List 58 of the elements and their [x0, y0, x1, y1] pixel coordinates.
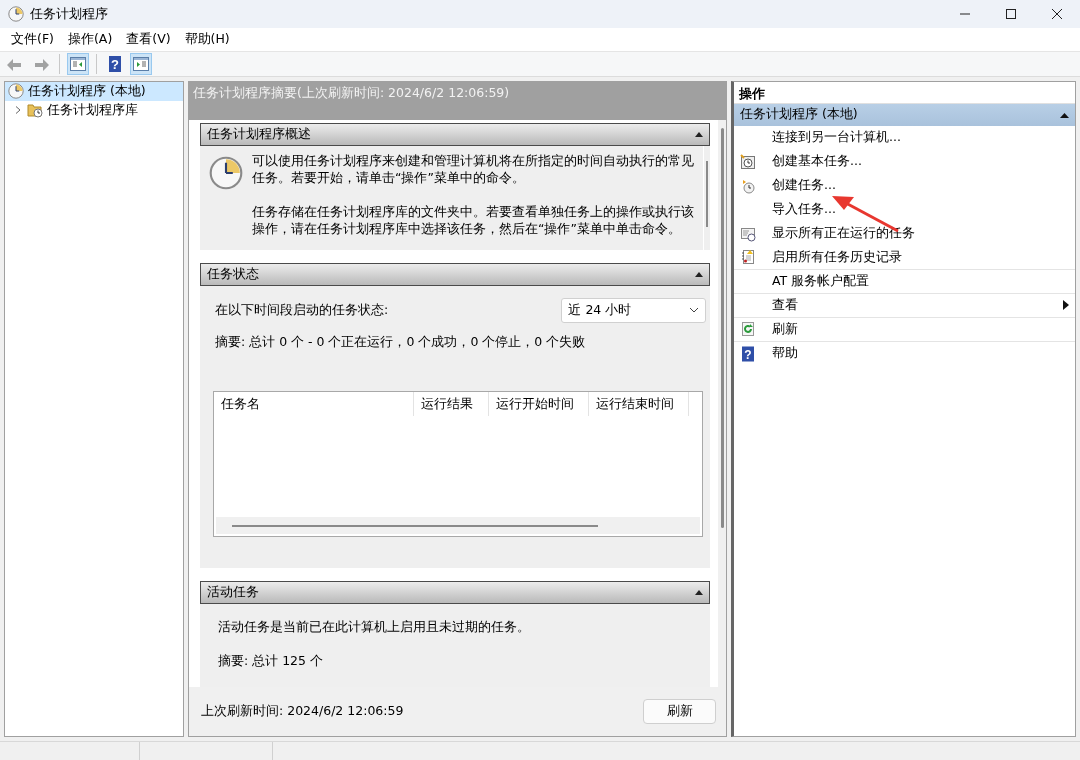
panel-right-button[interactable]: [130, 52, 152, 75]
summary-text: 摘要: 总计 0 个 - 0 个正在运行，0 个成功，0 个停止，0 个失败: [215, 332, 587, 351]
collapse-caret-icon: [1060, 111, 1069, 118]
period-dropdown[interactable]: 近 24 小时: [561, 297, 707, 323]
column-header[interactable]: 运行结果: [414, 392, 489, 417]
action-item[interactable]: AT 服务帐户配置: [734, 269, 1075, 294]
action-item[interactable]: 创建任务...: [734, 173, 1075, 198]
pane-header: 任务计划程序摘要(上次刷新时间: 2024/6/2 12:06:59): [189, 81, 726, 120]
action-item[interactable]: 刷新: [734, 317, 1075, 342]
window-title: 任务计划程序: [30, 4, 109, 23]
paragraph: 可以使用任务计划程序来创建和管理计算机将在所指定的时间自动执行的常见任务。若要开始，请单击“操作”菜单中的命令。: [252, 151, 695, 186]
column-header[interactable]: 运行开始时间: [489, 392, 589, 417]
action-item[interactable]: 查看: [734, 293, 1075, 318]
paragraph: 任务存储在任务计划程序库的文件夹中。若要查看单独任务上的操作或执行该操作，请在任务计划程序库中选择该任务，然后在“操作”菜单中单击命令。: [252, 202, 695, 237]
clock-icon: [209, 155, 243, 190]
expand-caret-icon[interactable]: [13, 105, 23, 116]
section-header[interactable]: 活动任务: [200, 580, 711, 604]
log-book-icon: [740, 249, 756, 266]
clock-icon: [740, 177, 756, 194]
section-header[interactable]: 任务状态: [200, 262, 711, 286]
clock-icon: [8, 83, 24, 100]
action-item[interactable]: ? 帮助: [734, 341, 1075, 366]
column-header[interactable]: 运行结束时间: [589, 392, 689, 417]
paragraph: 活动任务是当前已在此计算机上启用且未过期的任务。: [218, 617, 531, 636]
menu-item[interactable]: 操作(A): [60, 28, 120, 52]
tree-item[interactable]: 任务计划程序 (本地): [5, 81, 183, 101]
collapse-caret-icon: [695, 271, 704, 277]
scrollbar[interactable]: [702, 145, 711, 250]
action-item[interactable]: 导入任务...: [734, 197, 1075, 222]
paragraph: 摘要: 总计 125 个: [218, 652, 324, 671]
help-icon: ?: [740, 345, 756, 362]
menu-item[interactable]: 帮助(H): [177, 28, 237, 52]
help-button[interactable]: ?: [104, 52, 126, 75]
clock-icon: [8, 6, 24, 23]
column-header[interactable]: 任务名: [214, 392, 414, 417]
action-item[interactable]: 连接到另一台计算机...: [734, 125, 1075, 150]
window-clock-icon: [740, 225, 756, 242]
panel-left-button[interactable]: [67, 52, 89, 75]
folder-clock-icon: [27, 102, 43, 119]
refresh-button[interactable]: 刷新: [643, 699, 716, 725]
pane-header: 操作: [734, 81, 1075, 104]
collapse-caret-icon: [695, 131, 704, 137]
action-item[interactable]: 创建基本任务...: [734, 149, 1075, 174]
horizontal-scrollbar[interactable]: [216, 517, 701, 535]
last-refresh-text: 上次刷新时间: 2024/6/2 12:06:59: [201, 702, 404, 721]
tree-item[interactable]: 任务计划程序库: [5, 100, 183, 120]
submenu-arrow-icon: [1063, 300, 1069, 311]
menu-item[interactable]: 文件(F): [4, 28, 61, 52]
chevron-down-icon: [689, 307, 700, 313]
collapse-caret-icon: [695, 589, 704, 595]
scrollbar[interactable]: [718, 119, 726, 688]
field-label: 在以下时间段启动的任务状态:: [215, 300, 389, 319]
menu-item[interactable]: 查看(V): [119, 28, 178, 52]
calendar-clock-icon: [740, 153, 756, 170]
action-group-header[interactable]: 任务计划程序 (本地): [734, 103, 1075, 126]
action-item[interactable]: 启用所有任务历史记录: [734, 245, 1075, 270]
refresh-icon: [740, 321, 756, 338]
section-header[interactable]: 任务计划程序概述: [200, 122, 711, 146]
